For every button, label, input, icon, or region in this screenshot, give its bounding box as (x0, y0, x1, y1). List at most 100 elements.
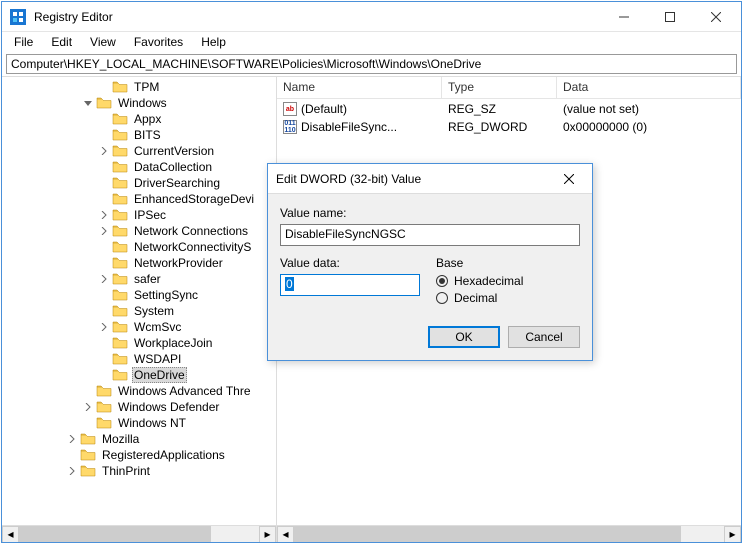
tree-item-label: Mozilla (100, 432, 141, 446)
expander-icon[interactable] (98, 289, 110, 301)
tree-item[interactable]: Windows (2, 95, 276, 111)
scroll-left-icon[interactable]: ◂ (277, 526, 294, 543)
expander-icon[interactable] (98, 241, 110, 253)
tree-item-label: DataCollection (132, 160, 214, 174)
scroll-right-icon[interactable]: ▸ (259, 526, 276, 543)
tree-item[interactable]: Windows NT (2, 415, 276, 431)
expander-icon[interactable] (98, 305, 110, 317)
tree-item[interactable]: NetworkProvider (2, 255, 276, 271)
expander-icon[interactable] (66, 449, 78, 461)
radio-decimal[interactable]: Decimal (436, 291, 580, 305)
menu-edit[interactable]: Edit (43, 33, 80, 51)
tree-item-label: Windows NT (116, 416, 188, 430)
tree-pane: TPM Windows AppxBITSCurrentVersionDataColl… (2, 77, 277, 542)
tree-item[interactable]: Appx (2, 111, 276, 127)
address-bar[interactable]: Computer\HKEY_LOCAL_MACHINE\SOFTWARE\Pol… (6, 54, 737, 74)
expander-icon[interactable] (82, 401, 94, 413)
dialog-close-button[interactable] (554, 164, 584, 194)
tree-item[interactable]: WcmSvc (2, 319, 276, 335)
tree-item[interactable]: WSDAPI (2, 351, 276, 367)
dialog-title: Edit DWORD (32-bit) Value (276, 172, 554, 186)
expander-icon[interactable] (98, 321, 110, 333)
tree-item[interactable]: Windows Defender (2, 399, 276, 415)
expander-icon[interactable] (98, 145, 110, 157)
maximize-button[interactable] (647, 2, 693, 31)
tree-item[interactable]: RegisteredApplications (2, 447, 276, 463)
expander-icon[interactable] (82, 97, 94, 109)
expander-icon[interactable] (98, 225, 110, 237)
expander-icon[interactable] (98, 209, 110, 221)
tree-item-label: System (132, 304, 176, 318)
tree-item[interactable]: safer (2, 271, 276, 287)
address-text: Computer\HKEY_LOCAL_MACHINE\SOFTWARE\Pol… (11, 57, 481, 71)
close-button[interactable] (693, 2, 739, 31)
tree-item-label: DriverSearching (132, 176, 222, 190)
expander-icon[interactable] (98, 353, 110, 365)
expander-icon[interactable] (98, 193, 110, 205)
tree-item-label: OneDrive (132, 367, 187, 383)
list-item[interactable]: 011110DisableFileSync...REG_DWORD0x00000… (277, 118, 741, 136)
tree-item[interactable]: System (2, 303, 276, 319)
tree-item[interactable]: CurrentVersion (2, 143, 276, 159)
tree-item-label: Appx (132, 112, 163, 126)
expander-icon[interactable] (82, 417, 94, 429)
column-data[interactable]: Data (557, 77, 741, 98)
value-data: (value not set) (557, 102, 741, 116)
scroll-right-icon[interactable]: ▸ (724, 526, 741, 543)
tree-item-label: safer (132, 272, 163, 286)
expander-icon[interactable] (98, 273, 110, 285)
value-type-icon: ab (283, 102, 297, 116)
value-name-field[interactable]: DisableFileSyncNGSC (280, 224, 580, 246)
expander-icon[interactable] (98, 81, 110, 93)
expander-icon[interactable] (98, 113, 110, 125)
menu-file[interactable]: File (6, 33, 41, 51)
tree-item-label: Windows (116, 96, 169, 110)
expander-icon[interactable] (82, 385, 94, 397)
expander-icon[interactable] (98, 161, 110, 173)
column-name[interactable]: Name (277, 77, 442, 98)
value-name: (Default) (301, 102, 347, 116)
tree-item-label: Windows Advanced Thre (116, 384, 253, 398)
tree-item[interactable]: DataCollection (2, 159, 276, 175)
menu-help[interactable]: Help (193, 33, 234, 51)
expander-icon[interactable] (98, 369, 110, 381)
list-item[interactable]: ab(Default)REG_SZ(value not set) (277, 100, 741, 118)
expander-icon[interactable] (98, 129, 110, 141)
expander-icon[interactable] (98, 257, 110, 269)
base-label: Base (436, 256, 580, 270)
tree-item[interactable]: DriverSearching (2, 175, 276, 191)
tree-item[interactable]: EnhancedStorageDevi (2, 191, 276, 207)
tree-item-label: NetworkProvider (132, 256, 225, 270)
tree-item-label: TPM (132, 80, 161, 94)
ok-button[interactable]: OK (428, 326, 500, 348)
expander-icon[interactable] (66, 433, 78, 445)
tree-item-label: Windows Defender (116, 400, 221, 414)
scroll-left-icon[interactable]: ◂ (2, 526, 19, 543)
tree-item[interactable]: SettingSync (2, 287, 276, 303)
tree-item[interactable]: Mozilla (2, 431, 276, 447)
tree-item[interactable]: NetworkConnectivityS (2, 239, 276, 255)
tree-horizontal-scrollbar[interactable]: ◂ ▸ (2, 525, 276, 542)
minimize-button[interactable] (601, 2, 647, 31)
menu-view[interactable]: View (82, 33, 124, 51)
radio-hexadecimal[interactable]: Hexadecimal (436, 274, 580, 288)
tree-item[interactable]: TPM (2, 79, 276, 95)
value-data-field[interactable]: 0 (280, 274, 420, 296)
expander-icon[interactable] (66, 465, 78, 477)
value-type-icon: 011110 (283, 120, 297, 134)
expander-icon[interactable] (98, 177, 110, 189)
tree-item[interactable]: IPSec (2, 207, 276, 223)
window-title: Registry Editor (34, 10, 601, 24)
column-type[interactable]: Type (442, 77, 557, 98)
tree-item[interactable]: OneDrive (2, 367, 276, 383)
cancel-button[interactable]: Cancel (508, 326, 580, 348)
tree-item[interactable]: WorkplaceJoin (2, 335, 276, 351)
radio-icon (436, 275, 448, 287)
menu-favorites[interactable]: Favorites (126, 33, 191, 51)
expander-icon[interactable] (98, 337, 110, 349)
tree-item[interactable]: Windows Advanced Thre (2, 383, 276, 399)
tree-item[interactable]: ThinPrint (2, 463, 276, 479)
tree-item[interactable]: BITS (2, 127, 276, 143)
list-horizontal-scrollbar[interactable]: ◂ ▸ (277, 525, 741, 542)
tree-item[interactable]: Network Connections (2, 223, 276, 239)
